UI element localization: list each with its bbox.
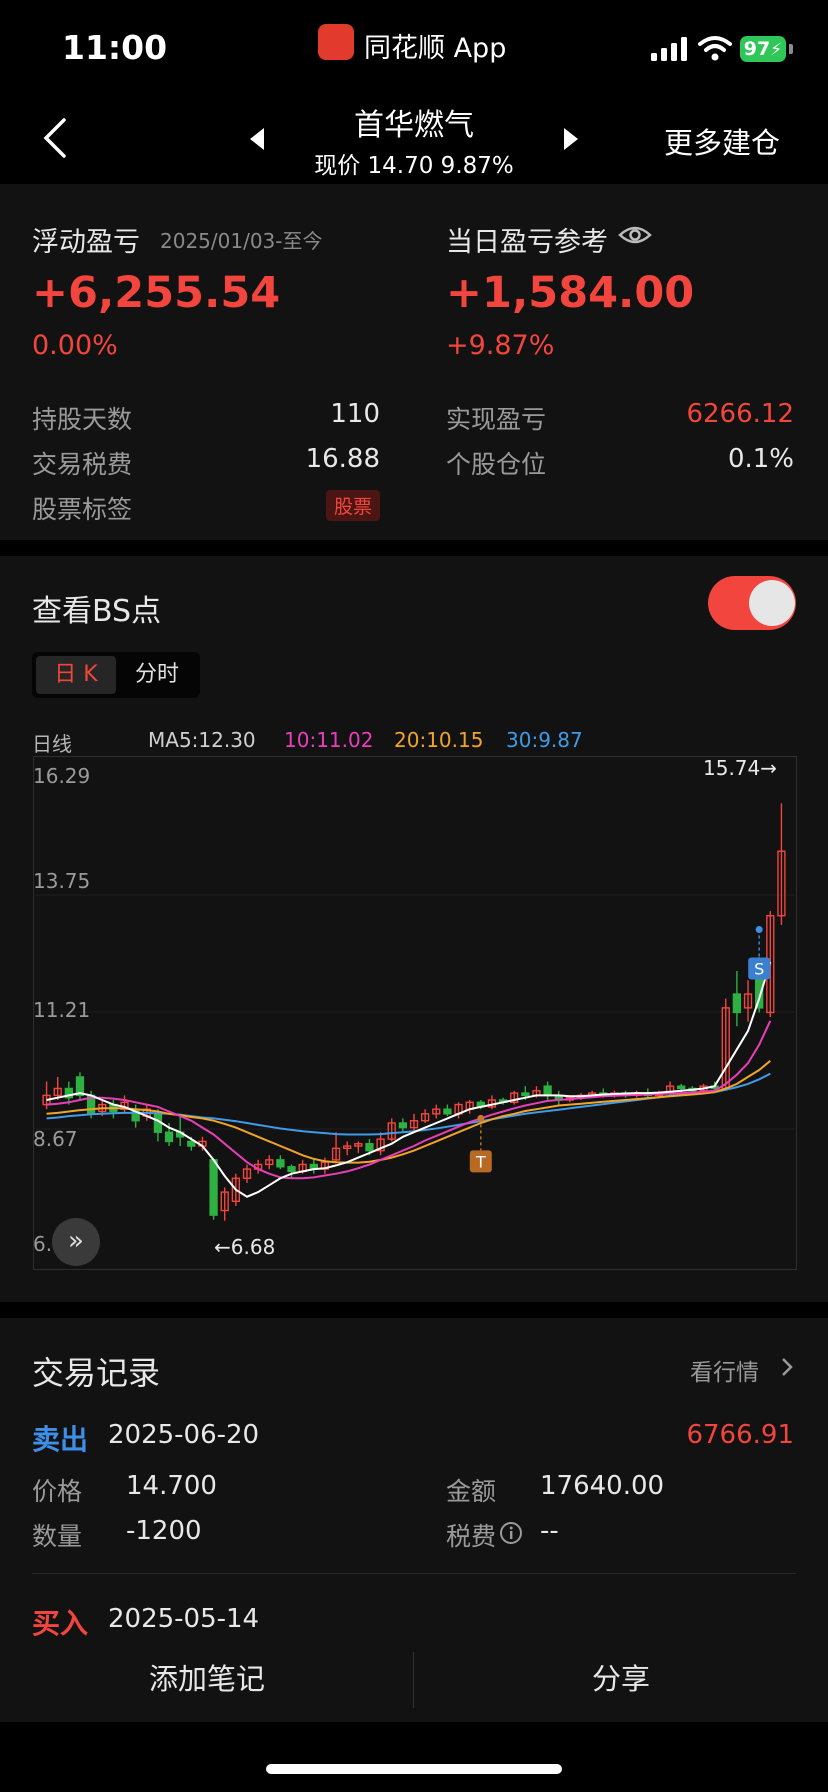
candle-body [164, 1131, 174, 1143]
y-tick-3: 11.21 [33, 998, 91, 1022]
ma10-line [46, 1020, 772, 1180]
candle-body [398, 1122, 408, 1129]
tax-value: -- [540, 1516, 559, 1546]
candle-body [677, 1085, 686, 1090]
fee-value: 16.88 [305, 444, 380, 474]
candle-body [287, 1166, 296, 1173]
candle-body [732, 993, 742, 1014]
candle-body [276, 1159, 285, 1168]
day-pnl-value: +1,584.00 [446, 268, 695, 318]
battery-icon: 97⚡ [740, 36, 786, 62]
day-pnl-label: 当日盈亏参考 [446, 227, 608, 258]
price-label: 价格 [32, 1477, 83, 1506]
realized-pnl-value: 6266.12 [686, 399, 794, 429]
fast-forward-icon[interactable]: » [52, 1218, 100, 1266]
tab-day-k[interactable]: 日 K [36, 656, 116, 694]
candle-body [365, 1143, 374, 1152]
tax-label: 税费 [446, 1522, 497, 1551]
wifi-icon [698, 36, 732, 61]
chevron-right-icon[interactable] [780, 1356, 794, 1378]
home-indicator [266, 1764, 562, 1774]
candle-body [443, 1108, 452, 1115]
total-value: 17640.00 [540, 1471, 665, 1501]
sell-date: 2025-06-20 [108, 1420, 260, 1450]
float-pnl-pct: 0.00% [32, 330, 118, 361]
y-tick-2: 13.75 [33, 869, 91, 893]
view-market-link[interactable]: 看行情 [690, 1353, 759, 1387]
sell-badge: 卖出 [32, 1423, 89, 1456]
trade-divider [32, 1573, 796, 1574]
ma20-value: 20:10.15 [394, 728, 484, 752]
bs-toggle-knob [749, 580, 795, 626]
candle-body [543, 1085, 552, 1097]
hold-days-label: 持股天数 [32, 405, 133, 434]
battery-tip [789, 44, 793, 54]
fee-label: 交易税费 [32, 450, 133, 479]
marker-t-label: T [475, 1152, 486, 1171]
position-ratio-value: 0.1% [727, 444, 794, 474]
low-price-label: ←6.68 [214, 1235, 276, 1259]
kline-chart[interactable]: TS [33, 756, 797, 1270]
candle-body [187, 1140, 196, 1147]
total-label: 金额 [446, 1477, 497, 1506]
tab-intraday[interactable]: 分时 [120, 656, 194, 694]
buy-date: 2025-05-14 [108, 1604, 260, 1634]
ma10-value: 10:11.02 [284, 728, 374, 752]
status-app-name: 同花顺 App [364, 33, 507, 64]
float-pnl-label: 浮动盈亏 [32, 227, 140, 258]
y-tick-1: 16.29 [33, 764, 91, 788]
tag-label: 股票标签 [32, 495, 133, 524]
date-range: 2025/01/03-至今 [160, 229, 323, 253]
ma-period: 日线 [32, 732, 72, 756]
status-time: 11:00 [62, 28, 168, 67]
marker-dot [477, 1114, 485, 1122]
realized-pnl-label: 实现盈亏 [446, 405, 547, 434]
day-pnl-pct: +9.87% [446, 330, 555, 361]
sell-pnl-value: 6766.91 [686, 1420, 794, 1450]
add-note-button[interactable]: 添加笔记 [0, 1636, 414, 1722]
next-stock-icon[interactable] [560, 126, 580, 152]
trade-records-title: 交易记录 [32, 1354, 161, 1392]
qty-label: 数量 [32, 1522, 83, 1551]
share-button[interactable]: 分享 [414, 1636, 828, 1722]
position-ratio-label: 个股仓位 [446, 450, 547, 479]
candle-body [209, 1159, 218, 1216]
high-price-label: 15.74→ [703, 756, 778, 780]
bs-title: 查看BS点 [32, 594, 162, 629]
candle-body [521, 1092, 530, 1097]
ma30-value: 30:9.87 [506, 728, 583, 752]
battery-level: 97 [743, 38, 771, 60]
more-position-button[interactable]: 更多建仓 [664, 120, 780, 162]
hold-days-value: 110 [330, 399, 380, 429]
price-value: 14.700 [126, 1471, 217, 1501]
y-tick-4: 8.67 [33, 1127, 78, 1151]
info-icon[interactable] [499, 1521, 523, 1545]
eye-icon[interactable] [618, 222, 652, 248]
signal-icon [651, 37, 687, 61]
ma5-line [46, 961, 772, 1198]
marker-dot [755, 926, 763, 934]
marker-s-label: S [754, 960, 764, 979]
stock-tag-badge: 股票 [325, 490, 380, 521]
qty-value: -1200 [126, 1516, 202, 1546]
app-logo-icon [318, 24, 354, 60]
float-pnl-value: +6,255.54 [32, 268, 281, 318]
ma5-value: MA5:12.30 [148, 728, 256, 752]
